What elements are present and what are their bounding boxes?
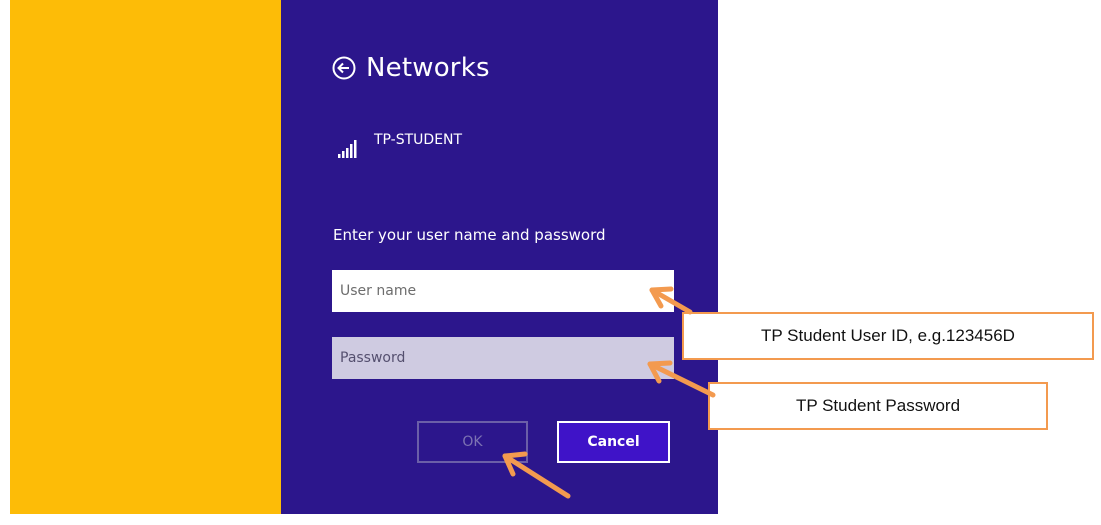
network-name: TP-STUDENT [374,132,463,148]
page-title: Networks [366,53,490,83]
password-hint-callout: TP Student Password [708,382,1048,430]
wifi-signal-icon [338,140,357,158]
back-arrow-icon[interactable] [332,56,356,80]
start-screen-background [10,0,281,514]
screenshot-canvas: Networks TP-STUDENT Enter your user name… [0,0,1101,525]
cancel-button[interactable]: Cancel [557,421,670,463]
password-input[interactable] [332,337,674,379]
ok-button[interactable]: OK [417,421,528,463]
network-item-tp-student[interactable]: TP-STUDENT [338,132,462,159]
username-hint-callout: TP Student User ID, e.g.123456D [682,312,1094,360]
networks-header: Networks [332,53,490,83]
username-input[interactable] [332,270,674,312]
credentials-prompt: Enter your user name and password [333,226,606,244]
